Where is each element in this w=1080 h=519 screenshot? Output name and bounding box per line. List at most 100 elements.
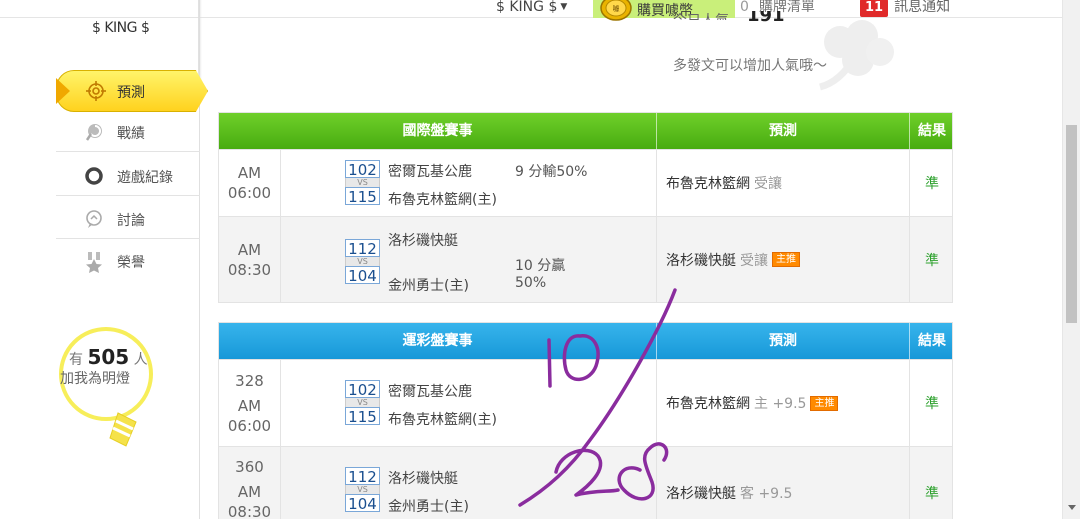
prediction-team: 布魯克林籃網 — [666, 176, 750, 192]
user-menu[interactable]: $ KING $ ▼ — [496, 0, 567, 18]
follower-suffix: 人 — [133, 352, 148, 368]
prediction-team: 洛杉磯快艇 — [666, 252, 736, 269]
game-time: AM 08:30 — [219, 217, 281, 302]
scrollbar-thumb[interactable] — [1066, 125, 1077, 323]
prediction-team: 洛杉磯快艇 — [666, 486, 736, 502]
popularity-value: 191 — [747, 11, 785, 23]
sidebar-item-record[interactable]: 戰績 — [56, 112, 200, 152]
table-header: 運彩盤賽事 預測 結果 — [219, 323, 952, 359]
follower-count: 有 505 人 — [69, 345, 148, 369]
game-code: 328 — [235, 371, 264, 390]
time-clock: 06:00 — [227, 184, 272, 202]
result-cell: 準 — [925, 486, 939, 502]
sidebar-item-label: 戰績 — [117, 126, 145, 142]
matchup: 112 VS 104 洛杉磯快艇 金州勇士(主) — [281, 447, 657, 519]
score-away: 112 — [345, 239, 380, 258]
table-row[interactable]: AM 08:30 112 VS 104 洛杉磯快艇 金州勇士(主) 10 分贏 … — [219, 216, 952, 302]
prediction-cell: 洛杉磯快艇 客 +9.5 — [657, 447, 910, 519]
vertical-scrollbar[interactable] — [1062, 0, 1080, 519]
caret-down-icon: ▼ — [560, 2, 568, 12]
user-menu-label: $ KING $ — [496, 0, 558, 15]
sidebar-username: $ KING $ — [92, 20, 150, 36]
featured-badge: 主推 — [810, 395, 839, 411]
score-away: 102 — [345, 160, 380, 179]
score-away: 102 — [345, 380, 380, 399]
sidebar-item-label: 遊戲紀錄 — [117, 170, 173, 186]
clover-decoration-icon — [800, 12, 905, 96]
svg-text:噱: 噱 — [613, 4, 620, 13]
matchup: 112 VS 104 洛杉磯快艇 金州勇士(主) 10 分贏 50% — [281, 217, 657, 302]
sidebar-item-discussion[interactable]: 討論 — [56, 199, 200, 239]
active-arrow-icon — [56, 78, 70, 104]
sidebar-item-game-log[interactable]: 遊戲紀錄 — [56, 156, 200, 196]
medal-icon — [84, 251, 104, 273]
sidebar-item-label: 榮譽 — [117, 255, 145, 271]
table-header: 國際盤賽事 預測 結果 — [219, 113, 952, 149]
prediction-type: 客 +9.5 — [740, 486, 793, 502]
table-row[interactable]: 360 AM 08:30 112 VS 104 洛杉磯快艇 金州勇士(主) 洛杉… — [219, 446, 952, 519]
target-icon — [86, 81, 106, 105]
time-period: AM — [237, 164, 262, 182]
prediction-type: 受讓 — [754, 176, 782, 192]
follower-prefix: 有 — [69, 352, 83, 368]
team-home[interactable]: 布魯克林籃網(主) — [388, 409, 497, 429]
international-odds-table: 國際盤賽事 預測 結果 AM 06:00 102 VS 115 密爾瓦基公鹿 布… — [218, 112, 953, 303]
scorebox: 112 VS 104 — [345, 467, 380, 513]
game-time: 360 AM 08:30 — [219, 447, 281, 519]
table-row[interactable]: 328 AM 06:00 102 VS 115 密爾瓦基公鹿 布魯克林籃網(主)… — [219, 359, 952, 446]
coin-icon: 噱 — [599, 0, 633, 22]
team-away[interactable]: 密爾瓦基公鹿 — [388, 381, 472, 401]
chat-icon — [84, 209, 104, 229]
team-away[interactable]: 洛杉磯快艇 — [388, 468, 458, 488]
odds-line: 10 分贏 — [515, 258, 566, 274]
team-home[interactable]: 布魯克林籃網(主) — [388, 189, 497, 209]
prediction-team: 布魯克林籃網 — [666, 396, 750, 412]
sidebar-item-label: 討論 — [117, 213, 145, 229]
vs-label: VS — [345, 257, 380, 266]
prediction-cell: 布魯克林籃網 主 +9.5 主推 — [657, 360, 910, 446]
sidebar-item-label: 預測 — [117, 85, 145, 101]
score-home: 115 — [345, 407, 380, 426]
time-clock: 08:30 — [227, 503, 272, 519]
sports-lottery-table: 運彩盤賽事 預測 結果 328 AM 06:00 102 VS 115 密爾瓦基… — [218, 322, 953, 519]
prediction-type: 受讓 — [740, 252, 768, 269]
odds-line: 9 分輸50% — [515, 164, 588, 180]
time-clock: 06:00 — [227, 416, 272, 435]
matchup: 102 VS 115 密爾瓦基公鹿 布魯克林籃網(主) 9 分輸50% — [281, 150, 657, 216]
header-match: 國際盤賽事 — [219, 113, 657, 149]
odds-percent: 50% — [515, 275, 547, 291]
scroll-down-arrow-icon[interactable] — [1068, 505, 1076, 510]
score-away: 112 — [345, 467, 380, 486]
vs-label: VS — [345, 398, 380, 407]
team-home[interactable]: 金州勇士(主) — [388, 275, 469, 295]
featured-badge: 主推 — [772, 252, 800, 267]
scorebox: 102 VS 115 — [345, 160, 380, 206]
vs-label: VS — [345, 485, 380, 494]
header-prediction: 預測 — [657, 113, 910, 149]
game-code: 360 — [235, 458, 264, 476]
follower-number: 505 — [87, 345, 130, 369]
team-away[interactable]: 洛杉磯快艇 — [388, 230, 458, 250]
result-cell: 準 — [925, 176, 939, 192]
team-home[interactable]: 金州勇士(主) — [388, 496, 469, 516]
game-time: 328 AM 06:00 — [219, 360, 281, 446]
follow-me-link[interactable]: 加我為明燈 — [60, 368, 130, 388]
prediction-cell: 布魯克林籃網 受讓 — [657, 150, 910, 216]
result-cell: 準 — [925, 252, 939, 269]
time-clock: 08:30 — [227, 260, 272, 279]
time-period: AM — [237, 240, 262, 259]
header-prediction: 預測 — [657, 323, 910, 359]
sidebar-item-honor[interactable]: 榮譽 — [56, 241, 200, 281]
vs-label: VS — [345, 178, 380, 187]
table-row[interactable]: AM 06:00 102 VS 115 密爾瓦基公鹿 布魯克林籃網(主) 9 分… — [219, 149, 952, 216]
result-cell: 準 — [925, 396, 939, 412]
sidebar-item-prediction[interactable]: 預測 — [56, 70, 208, 112]
score-home: 104 — [345, 494, 380, 513]
scorebox: 102 VS 115 — [345, 380, 380, 426]
team-away[interactable]: 密爾瓦基公鹿 — [388, 161, 472, 181]
time-period: AM — [237, 483, 262, 501]
ring-icon — [84, 166, 104, 186]
header-result: 結果 — [918, 123, 946, 139]
lightbulb-icon[interactable] — [56, 318, 176, 458]
time-period: AM — [237, 396, 262, 415]
